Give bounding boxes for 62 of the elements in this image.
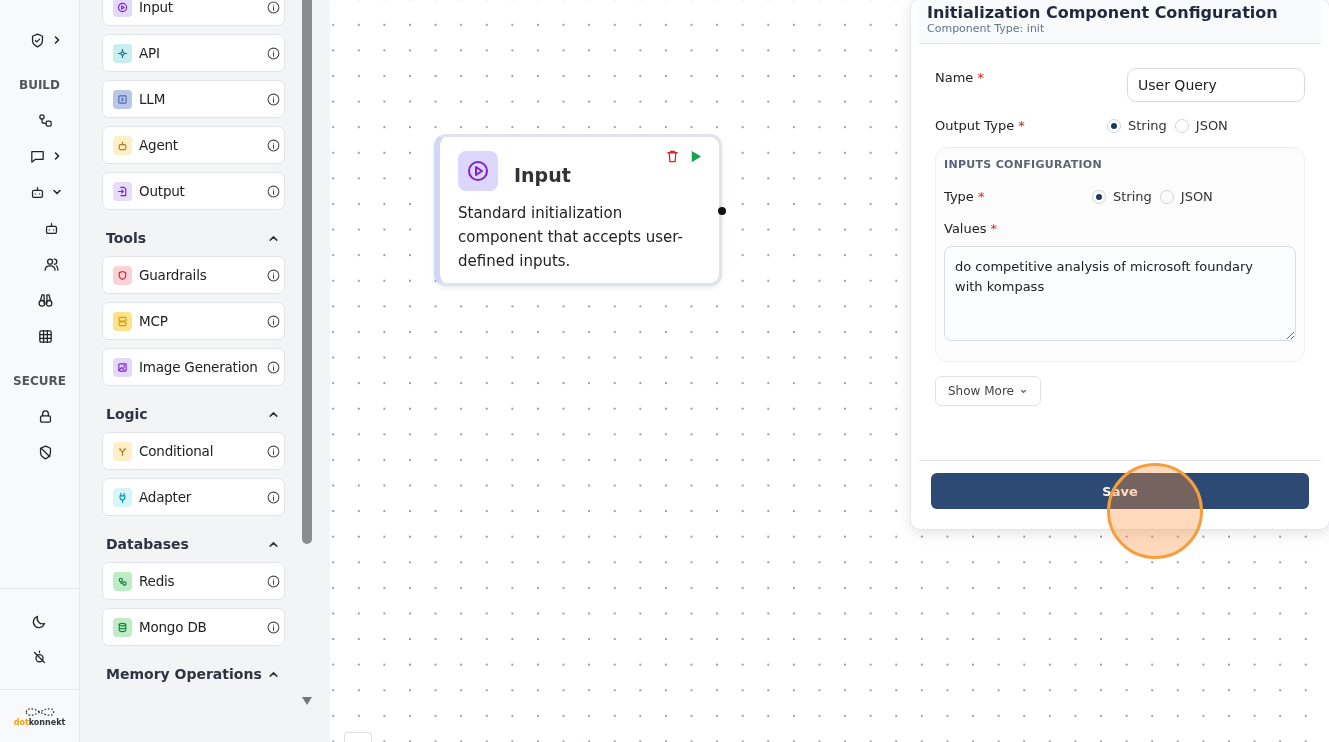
play-icon xyxy=(458,151,498,191)
section-title: Tools xyxy=(106,230,147,246)
panel-subtitle: Component Type: init xyxy=(927,22,1046,35)
component-item[interactable]: Conditional xyxy=(102,432,285,470)
info-icon[interactable] xyxy=(267,0,280,14)
connection-handle[interactable] xyxy=(718,207,726,215)
info-icon[interactable] xyxy=(267,444,280,458)
scrollbar-thumb[interactable] xyxy=(302,0,312,544)
component-item[interactable]: Redis xyxy=(102,562,285,600)
component-item[interactable]: MCP xyxy=(102,302,285,340)
field-label: Type * xyxy=(944,188,985,204)
delete-icon[interactable] xyxy=(665,149,680,164)
info-icon[interactable] xyxy=(267,360,280,374)
info-icon[interactable] xyxy=(267,574,280,588)
component-item[interactable]: Agent xyxy=(102,126,285,164)
show-more-button[interactable]: Show More xyxy=(935,376,1041,406)
info-icon[interactable] xyxy=(267,268,280,282)
component-item[interactable]: LLM xyxy=(102,80,285,118)
node-title: Input xyxy=(514,164,571,186)
shield-off-icon[interactable] xyxy=(37,443,54,461)
info-icon[interactable] xyxy=(267,620,280,634)
info-icon[interactable] xyxy=(267,46,280,60)
section-title: Databases xyxy=(106,536,189,552)
info-icon[interactable] xyxy=(267,138,280,152)
sun-off-icon[interactable] xyxy=(31,648,48,666)
flow-icon[interactable] xyxy=(37,111,54,129)
section-title: Logic xyxy=(106,406,148,422)
radio-option[interactable]: String xyxy=(1107,118,1167,133)
node-description: Standard initialization component that accepts user-defined inputs. xyxy=(458,203,684,272)
radio-option[interactable]: JSON xyxy=(1174,118,1228,133)
panel-title: Initialization Component Configuration xyxy=(927,2,1279,22)
chevron-icon[interactable] xyxy=(52,151,62,161)
component-item[interactable]: Mongo DB xyxy=(102,608,285,646)
binoculars-icon[interactable] xyxy=(37,291,54,309)
chevron-icon[interactable] xyxy=(52,187,62,197)
component-item[interactable]: Image Generation xyxy=(102,348,285,386)
component-item[interactable]: Adapter xyxy=(102,478,285,516)
logo-text: dotkonnekt xyxy=(13,717,66,727)
name-field[interactable]: User Query xyxy=(1127,68,1305,102)
lock-icon[interactable] xyxy=(37,407,54,425)
field-label: Name * xyxy=(935,69,984,85)
info-icon[interactable] xyxy=(267,490,280,504)
component-item[interactable]: Guardrails xyxy=(102,256,285,294)
section-label: BUILD xyxy=(19,78,60,92)
scroll-down-icon[interactable] xyxy=(302,697,312,705)
component-item[interactable]: Output xyxy=(102,172,285,210)
info-icon[interactable] xyxy=(267,92,280,106)
section-label: SECURE xyxy=(13,374,66,388)
radio-option[interactable]: JSON xyxy=(1159,189,1213,204)
section-title: Memory Operations xyxy=(106,666,262,682)
section-heading: INPUTS CONFIGURATION xyxy=(944,158,1104,171)
shield-check-icon[interactable] xyxy=(29,31,46,49)
field-label: Values * xyxy=(944,220,998,236)
component-item[interactable]: Input xyxy=(102,0,285,26)
component-item[interactable]: API xyxy=(102,34,285,72)
info-icon[interactable] xyxy=(267,314,280,328)
info-icon[interactable] xyxy=(267,184,280,198)
values-field[interactable]: do competitive analysis of microsoft foundary with kompass xyxy=(944,246,1296,341)
chevron-icon[interactable] xyxy=(52,35,62,45)
radio-option[interactable]: String xyxy=(1092,189,1152,204)
grid-icon[interactable] xyxy=(37,327,54,345)
field-label: Output Type * xyxy=(935,117,1025,133)
